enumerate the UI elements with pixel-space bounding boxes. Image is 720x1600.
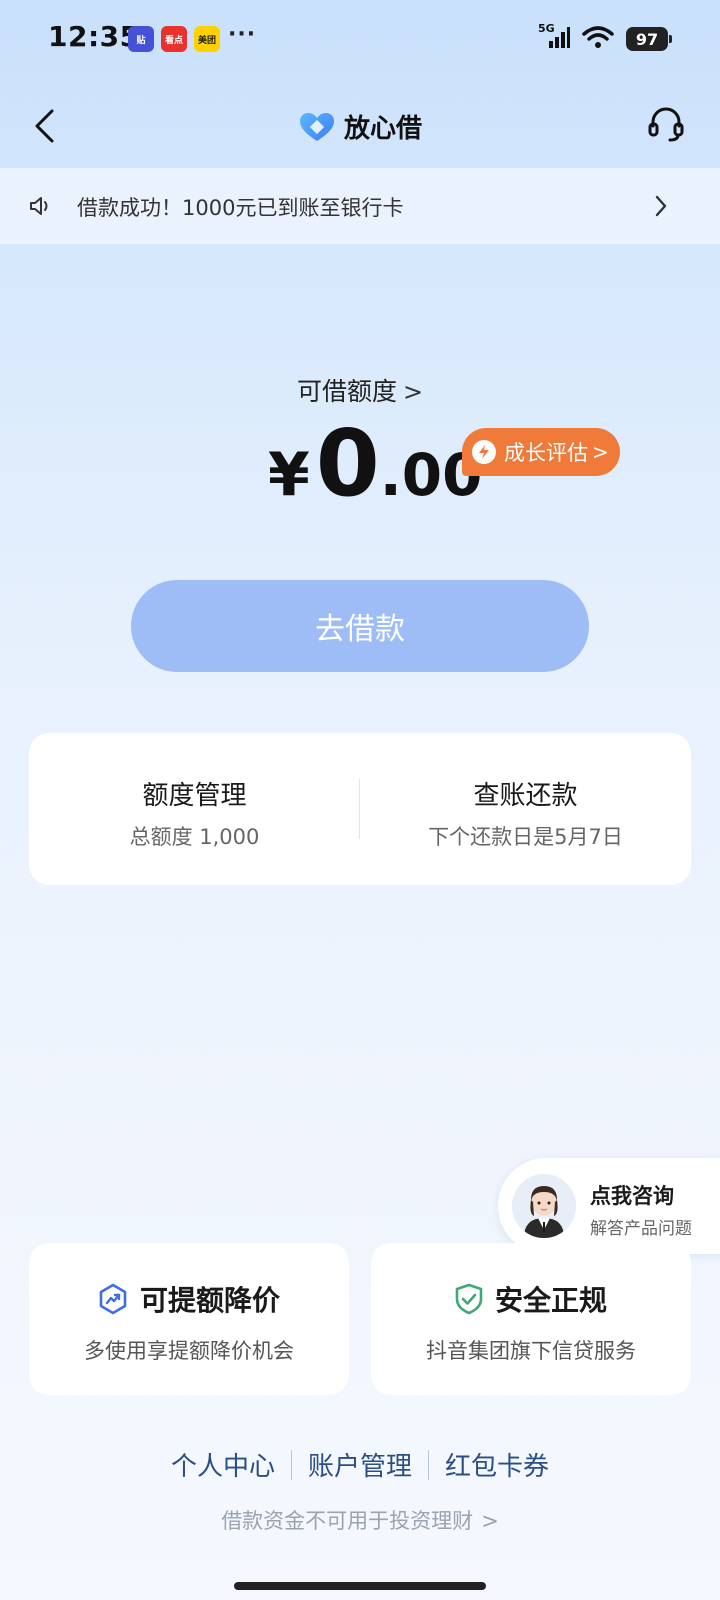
growth-assessment-label: 成长评估	[504, 441, 588, 465]
trend-up-icon	[99, 1283, 127, 1315]
home-indicator[interactable]	[234, 1582, 486, 1590]
limit-management-title: 额度管理	[142, 781, 247, 811]
battery-indicator: 97	[626, 27, 672, 51]
status-time: 12:35	[48, 20, 140, 53]
link-coupons[interactable]: 红包卡券	[429, 1446, 565, 1483]
credit-limit-label[interactable]: 可借额度 >	[0, 372, 720, 408]
disclaimer-text: 借款资金不可用于投资理财	[221, 1509, 474, 1533]
chevron-right-icon	[655, 195, 667, 217]
feature-card-security[interactable]: 安全正规 抖音集团旗下信贷服务	[371, 1243, 691, 1395]
notice-text: 借款成功！1000元已到账至银行卡	[77, 196, 404, 220]
agent-avatar	[512, 1174, 576, 1238]
bill-repayment[interactable]: 查账还款 下个还款日是5月7日	[360, 733, 691, 885]
chevron-right-icon: >	[402, 378, 424, 406]
footer-links: 个人中心 账户管理 红包卡券	[0, 1446, 720, 1483]
management-card: 额度管理 总额度 1,000 查账还款 下个还款日是5月7日	[29, 733, 691, 885]
speaker-icon	[30, 197, 48, 215]
credit-limit-label-text: 可借额度	[296, 377, 397, 406]
status-bar: 12:35 贴 看点 美团 ··· 5G 97	[0, 0, 720, 80]
customer-service-button[interactable]	[644, 102, 688, 146]
signal-icon	[549, 27, 570, 48]
heart-logo-icon	[300, 112, 334, 141]
link-account-management[interactable]: 账户管理	[292, 1446, 428, 1483]
next-repayment-date: 下个还款日是5月7日	[428, 825, 623, 849]
feature-subtitle: 抖音集团旗下信贷服务	[426, 1339, 636, 1363]
page-title: 放心借	[344, 114, 423, 144]
link-personal-center[interactable]: 个人中心	[155, 1446, 291, 1483]
credit-amount: ¥ 0 .00	[268, 410, 483, 517]
amount-integer: 0	[315, 410, 380, 517]
back-button[interactable]	[24, 104, 64, 148]
feature-card-limit-increase[interactable]: 可提额降价 多使用享提额降价机会	[29, 1243, 349, 1395]
bill-repayment-title: 查账还款	[473, 781, 578, 811]
consult-title: 点我咨询	[590, 1184, 674, 1208]
feature-head: 可提额降价	[29, 1279, 349, 1319]
brand-header: 放心借	[298, 108, 422, 145]
feature-subtitle: 多使用享提额降价机会	[84, 1339, 294, 1363]
consult-subtitle: 解答产品问题	[590, 1219, 692, 1239]
shield-check-icon	[455, 1283, 483, 1315]
feature-head: 安全正规	[371, 1279, 691, 1319]
more-notifications-icon: ···	[228, 22, 257, 47]
total-limit: 总额度 1,000	[129, 825, 260, 849]
chevron-right-icon: >	[481, 1509, 499, 1533]
disclaimer[interactable]: 借款资金不可用于投资理财 >	[0, 1505, 720, 1535]
lightning-icon	[472, 440, 496, 464]
notification-icon-meituan: 美团	[194, 26, 220, 52]
growth-assessment-badge[interactable]: 成长评估 >	[462, 428, 620, 476]
consult-button[interactable]: 点我咨询 解答产品问题	[498, 1158, 720, 1254]
limit-management[interactable]: 额度管理 总额度 1,000	[29, 733, 360, 885]
borrow-button[interactable]: 去借款	[131, 580, 589, 672]
chevron-left-icon	[35, 109, 54, 143]
headset-icon	[648, 107, 684, 142]
notification-icon-tie: 贴	[128, 26, 154, 52]
chevron-right-icon: >	[592, 440, 609, 464]
notification-icon-kandian: 看点	[161, 26, 187, 52]
notice-bar[interactable]: 借款成功！1000元已到账至银行卡	[0, 168, 720, 244]
currency-symbol: ¥	[268, 440, 310, 510]
wifi-icon	[582, 26, 614, 48]
feature-title: 安全正规	[494, 1284, 607, 1317]
feature-title: 可提额降价	[139, 1284, 280, 1317]
